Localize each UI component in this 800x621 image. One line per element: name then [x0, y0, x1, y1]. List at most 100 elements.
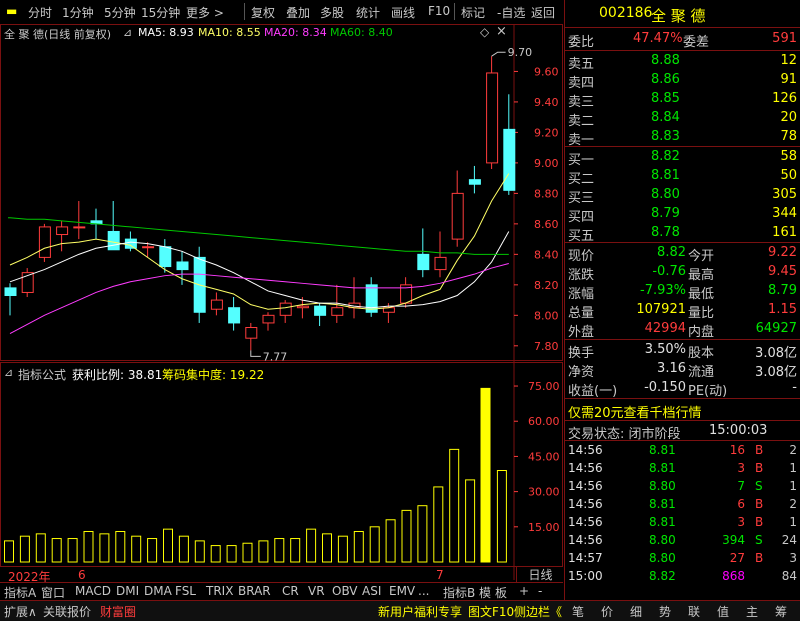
indicator-tab-5[interactable]: FSL [175, 584, 196, 598]
close-icon[interactable]: × [496, 24, 507, 39]
side-tab-4[interactable]: 联 [688, 603, 700, 620]
toolbar-item-3[interactable]: 15分钟 [141, 4, 180, 21]
toolbar-item-5[interactable]: 复权 [251, 4, 275, 21]
bid-row[interactable]: 买五 8.78 161 [565, 224, 800, 244]
indicator-tab-17[interactable]: + [519, 584, 529, 598]
quote-label: 内盘 [688, 325, 715, 340]
toolbar-item-12[interactable]: -自选 [497, 4, 525, 21]
indicator-tab-18[interactable]: - [538, 584, 542, 598]
bid-label: 买一 [568, 153, 595, 168]
toolbar-item-13[interactable]: 返回 [531, 4, 555, 21]
toolbar-item-10[interactable]: F10 [428, 4, 450, 18]
divider [565, 242, 800, 243]
candle-body [451, 192, 464, 240]
status-center-2[interactable]: 侧边栏《 [514, 603, 562, 620]
toolbar-item-6[interactable]: 叠加 [286, 4, 310, 21]
bid-row[interactable]: 买二 8.81 50 [565, 167, 800, 187]
side-tab-0[interactable]: 笔 [572, 603, 584, 620]
status-center-0[interactable]: 新用户福利专享 [378, 603, 462, 620]
status-center-1[interactable]: 图文F10 [468, 603, 514, 620]
indicator-tab-6[interactable]: TRIX [206, 584, 233, 598]
indicator-tab-7[interactable]: BRAR [238, 584, 271, 598]
ma-line-ma10 [9, 231, 510, 309]
profit-ratio: 获利比例: 38.81 [72, 368, 163, 382]
weicha-label: 委差 [683, 35, 710, 50]
side-tab-1[interactable]: 价 [601, 603, 613, 620]
promo-text[interactable]: 仅需20元查看千档行情 [568, 402, 702, 421]
indicator-bar [401, 509, 412, 563]
ma20-legend: MA20: 8.34 [264, 26, 327, 39]
side-tab-3[interactable]: 势 [659, 603, 671, 620]
tick-price: 8.81 [649, 515, 676, 529]
status-left-2[interactable]: 财富圈 [100, 603, 136, 620]
indicator-tab-13[interactable]: ... [418, 584, 429, 598]
ask-price: 8.83 [651, 129, 680, 144]
ask-row[interactable]: 卖四 8.86 91 [565, 71, 800, 91]
diamond-icon[interactable]: ◇ [480, 25, 489, 39]
indicator-tab-1[interactable]: 窗口 [41, 584, 65, 601]
side-tab-7[interactable]: 筹 [775, 603, 787, 620]
month-label-a: 6 [78, 568, 86, 582]
status-left-0[interactable]: 扩展∧ [4, 603, 37, 620]
bid-volume: 161 [772, 225, 797, 240]
divider [565, 440, 800, 441]
chart-options-icon[interactable]: ⊿ [123, 26, 132, 39]
price-tick-label: 9.20 [534, 126, 559, 139]
bid-row[interactable]: 买一 8.82 58 [565, 148, 800, 168]
ask-row[interactable]: 卖三 8.85 126 [565, 90, 800, 110]
indicator-tab-4[interactable]: DMA [144, 584, 172, 598]
ma5-legend: MA5: 8.93 [138, 26, 194, 39]
quote-label: 量比 [688, 306, 715, 321]
indicator-tab-14[interactable]: 指标B [443, 584, 475, 601]
side-tab-5[interactable]: 值 [717, 603, 729, 620]
ask-row[interactable]: 卖一 8.83 78 [565, 128, 800, 148]
candle-body [314, 305, 327, 316]
quote-value: 9.45 [768, 264, 797, 279]
indicator-bar [496, 470, 507, 563]
bid-price: 8.81 [651, 168, 680, 183]
high-annotation-label: 9.70 [508, 46, 532, 59]
price-tick-label: 8.80 [534, 187, 559, 200]
indicator-tab-9[interactable]: VR [308, 584, 325, 598]
toolbar-item-0[interactable]: 分时 [28, 4, 52, 21]
indicator-tab-2[interactable]: MACD [75, 584, 111, 598]
side-tab-2[interactable]: 细 [630, 603, 642, 620]
indicator-tab-3[interactable]: DMI [116, 584, 139, 598]
indicator-tab-16[interactable]: 板 [495, 584, 507, 601]
ask-row[interactable]: 卖五 8.88 12 [565, 52, 800, 72]
indicator-tab-10[interactable]: OBV [332, 584, 358, 598]
indicator-bar [337, 535, 348, 563]
bid-row[interactable]: 买四 8.79 344 [565, 205, 800, 225]
period-label[interactable]: 日线 [516, 566, 564, 582]
candle-body [124, 238, 137, 249]
info-label: 股本 [688, 346, 715, 361]
indicator-tab-15[interactable]: 模 [479, 584, 491, 601]
window-menu-icon[interactable]: ▬ [6, 4, 17, 18]
indicator-tab-0[interactable]: 指标A [4, 584, 36, 601]
info-label: 收益(一) [568, 384, 618, 399]
indicator-label[interactable]: 指标公式 [18, 366, 66, 383]
indicator-bar [4, 540, 14, 563]
toolbar-item-11[interactable]: 标记 [461, 4, 485, 21]
info-row: 换手 3.50% 股本 3.08亿 [565, 341, 800, 361]
status-left-1[interactable]: 关联报价 [43, 603, 91, 620]
toolbar-item-4[interactable]: 更多 > [186, 4, 224, 21]
toolbar-item-7[interactable]: 多股 [320, 4, 344, 21]
toolbar-item-8[interactable]: 统计 [356, 4, 380, 21]
promo-row[interactable]: 仅需20元查看千档行情 [565, 401, 800, 421]
indicator-tab-8[interactable]: CR [282, 584, 299, 598]
bid-volume: 305 [772, 187, 797, 202]
info-label: 净资 [568, 365, 595, 380]
tick-price: 8.82 [649, 569, 676, 583]
quote-value: -7.93% [640, 283, 686, 298]
side-tab-6[interactable]: 主 [746, 603, 758, 620]
indicator-tab-11[interactable]: ASI [362, 584, 381, 598]
info-label: 换手 [568, 346, 595, 361]
toolbar-item-2[interactable]: 5分钟 [104, 4, 136, 21]
bid-row[interactable]: 买三 8.80 305 [565, 186, 800, 206]
toolbar-item-9[interactable]: 画线 [391, 4, 415, 21]
toolbar-item-1[interactable]: 1分钟 [62, 4, 94, 21]
indicator-dropdown-icon[interactable]: ⊿ [4, 366, 13, 379]
ask-row[interactable]: 卖二 8.84 20 [565, 109, 800, 129]
indicator-tab-12[interactable]: EMV [389, 584, 415, 598]
